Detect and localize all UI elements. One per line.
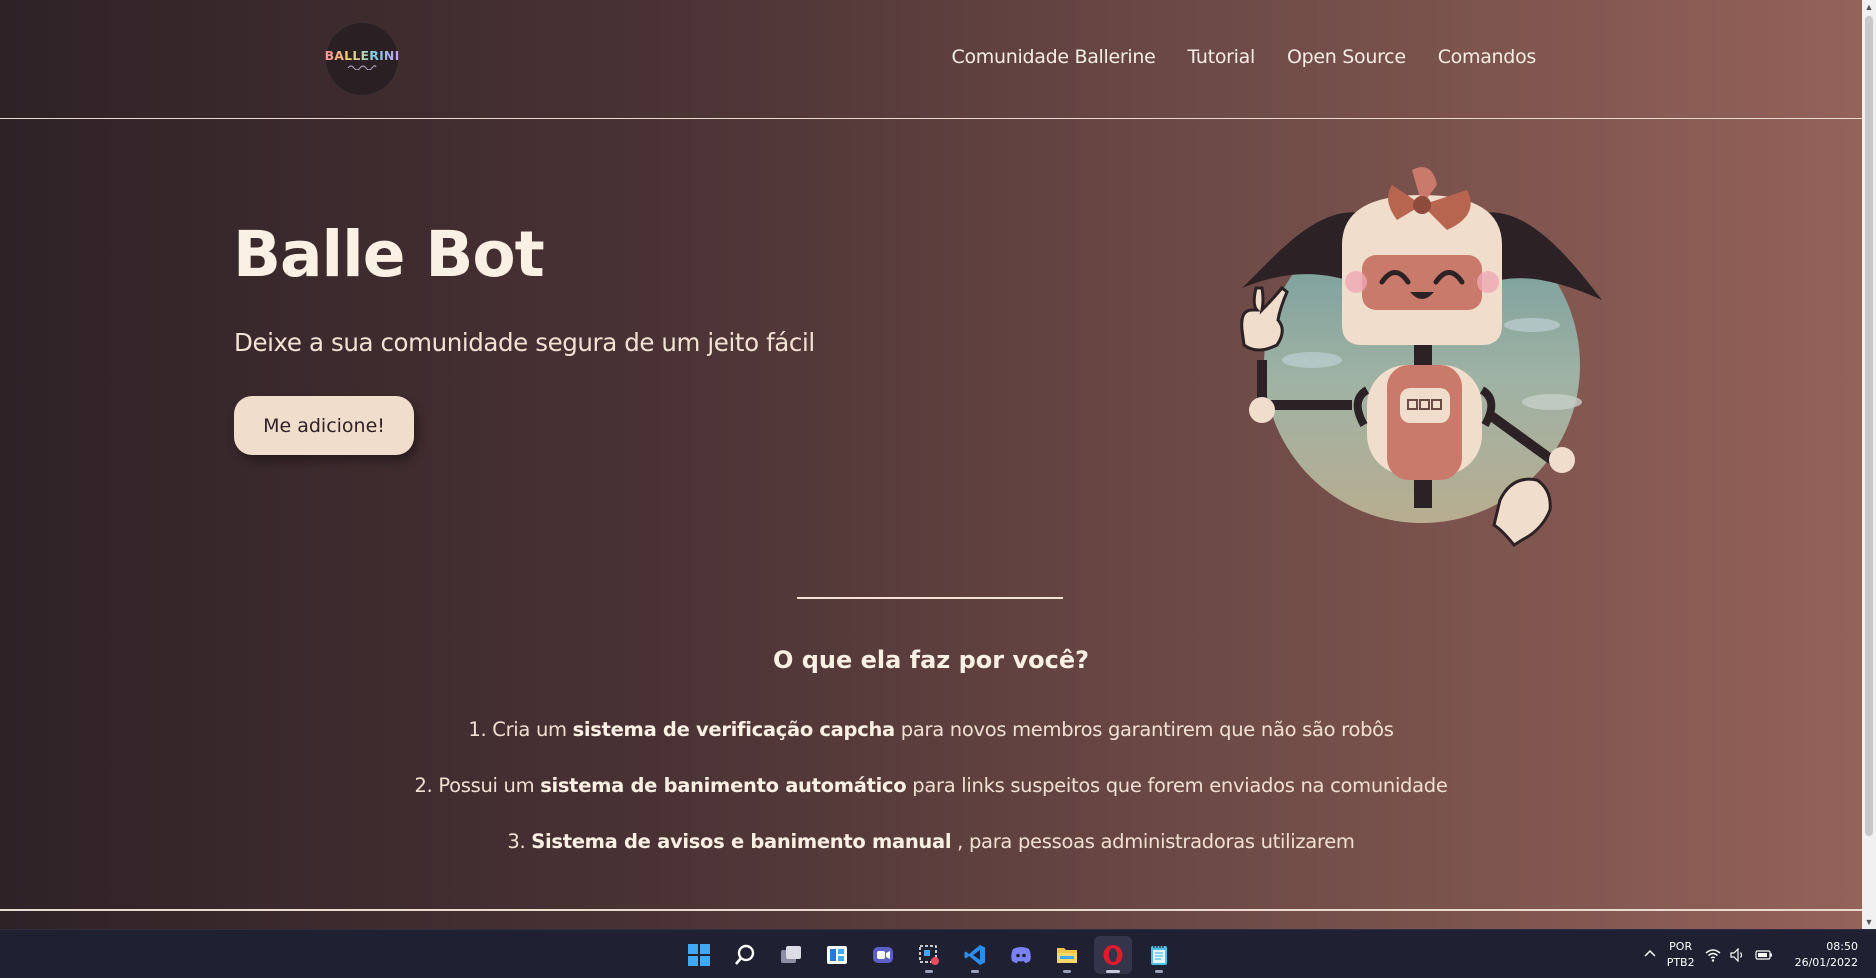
taskbar-apps [680,930,1178,978]
site-header: BALLERINI Comunidade Ballerine Tutorial … [0,0,1862,119]
file-explorer-icon[interactable] [1048,936,1086,974]
features-title: O que ela faz por você? [772,646,1090,674]
feature-item-1: 1. Cria um sistema de verificação capcha… [0,718,1862,741]
feature-1-prefix: 1. Cria um [468,718,573,741]
wifi-icon [1705,948,1721,962]
robot-illustration [1240,167,1602,547]
clock[interactable]: 08:50 26/01/2022 [1795,939,1858,971]
nav-link-tutorial[interactable]: Tutorial [1188,46,1256,68]
running-indicator [971,969,979,973]
battery-icon [1754,949,1772,960]
footer-border [0,909,1862,911]
feature-2-suffix: para links suspeitos que forem enviados … [906,774,1448,797]
widgets-icon[interactable] [818,936,856,974]
logo-text: BALLERINI [324,48,400,63]
opera-browser-icon[interactable] [1094,935,1132,974]
running-indicator [1155,969,1163,973]
windows-taskbar: POR PTB2 08:50 26/01/2022 [0,929,1876,978]
ballerini-logo[interactable]: BALLERINI [324,23,400,95]
windows-start-icon[interactable] [680,936,718,974]
input-language-indicator[interactable]: POR PTB2 [1667,939,1695,971]
quick-settings[interactable] [1705,947,1773,962]
nav-link-comunidade[interactable]: Comunidade Ballerine [952,46,1156,68]
section-divider [797,597,1063,599]
feature-3-suffix: , para pessoas administradoras utilizare… [951,830,1355,853]
system-tray: POR PTB2 08:50 26/01/2022 [1643,930,1858,978]
logo-squiggle-icon [347,65,377,70]
language-code: POR [1669,939,1693,953]
feature-3-bold: Sistema de avisos e banimento manual [531,830,952,853]
clock-date: 26/01/2022 [1794,955,1858,969]
feature-1-suffix: para novos membros garantirem que não sã… [894,718,1394,741]
feature-item-3: 3. Sistema de avisos e banimento manual … [0,830,1862,853]
running-indicator [1063,969,1071,973]
nav-link-open-source[interactable]: Open Source [1287,46,1406,68]
main-nav: Comunidade Ballerine Tutorial Open Sourc… [952,46,1537,68]
snipping-tool-icon[interactable] [910,936,948,974]
search-icon[interactable] [726,936,764,974]
hero-subtitle: Deixe a sua comunidade segura de um jeit… [234,328,815,357]
volume-icon [1729,947,1742,962]
browser-viewport: BALLERINI Comunidade Ballerine Tutorial … [0,0,1862,929]
nav-link-comandos[interactable]: Comandos [1438,46,1537,68]
keyboard-layout-code: PTB2 [1666,955,1695,969]
vertical-scrollbar[interactable]: ▲ ▼ [1862,0,1876,929]
hero-title: Balle Bot [233,218,545,291]
show-hidden-icons-chevron-icon[interactable] [1643,948,1657,961]
feature-2-prefix: 2. Possui um [414,774,541,797]
feature-2-bold: sistema de banimento automático [540,774,907,797]
scroll-down-icon[interactable]: ▼ [1862,915,1876,929]
feature-3-prefix: 3. [507,830,532,853]
teams-chat-icon[interactable] [864,936,902,974]
active-indicator [1106,969,1120,973]
add-bot-button[interactable]: Me adicione! [234,396,414,455]
feature-item-2: 2. Possui um sistema de banimento automá… [0,774,1862,797]
running-indicator [925,969,933,973]
discord-icon[interactable] [1002,936,1040,974]
task-view-icon[interactable] [772,936,810,974]
scroll-up-icon[interactable]: ▲ [1862,0,1876,14]
feature-1-bold: sistema de verificação capcha [572,718,896,741]
vscode-icon[interactable] [956,936,994,974]
scrollbar-thumb[interactable] [1865,16,1873,836]
clock-time: 08:50 [1826,939,1858,953]
notepad-icon[interactable] [1140,936,1178,974]
